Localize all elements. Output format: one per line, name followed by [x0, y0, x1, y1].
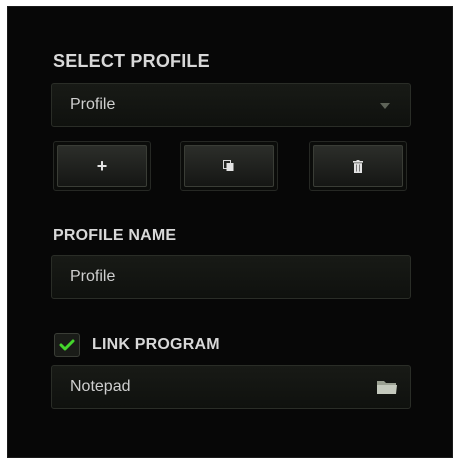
program-path-input[interactable]: Notepad — [51, 365, 411, 409]
add-profile-button[interactable]: + — [57, 145, 147, 187]
duplicate-profile-button-frame — [180, 141, 278, 191]
folder-icon[interactable] — [376, 379, 398, 395]
copy-icon — [223, 160, 234, 171]
delete-profile-button-frame — [309, 141, 407, 191]
link-program-label: LINK PROGRAM — [92, 336, 220, 353]
delete-profile-button[interactable] — [313, 145, 403, 187]
profile-dropdown-value: Profile — [70, 96, 116, 113]
dropdown-arrow-icon[interactable] — [380, 103, 390, 109]
profile-dropdown[interactable]: Profile — [51, 83, 411, 127]
profile-name-input[interactable]: Profile — [51, 255, 411, 299]
profile-name-heading: PROFILE NAME — [53, 227, 177, 244]
profile-name-value: Profile — [70, 268, 116, 285]
profile-panel: SELECT PROFILE Profile + PROFILE NAME Pr… — [7, 6, 453, 458]
checkmark-icon — [59, 339, 75, 351]
program-path-value: Notepad — [70, 378, 131, 395]
duplicate-profile-button[interactable] — [184, 145, 274, 187]
select-profile-heading: SELECT PROFILE — [53, 51, 210, 71]
add-profile-button-frame: + — [53, 141, 151, 191]
plus-icon: + — [96, 156, 108, 176]
trash-icon — [353, 159, 363, 173]
link-program-row: LINK PROGRAM — [54, 333, 220, 357]
link-program-checkbox[interactable] — [54, 333, 80, 357]
